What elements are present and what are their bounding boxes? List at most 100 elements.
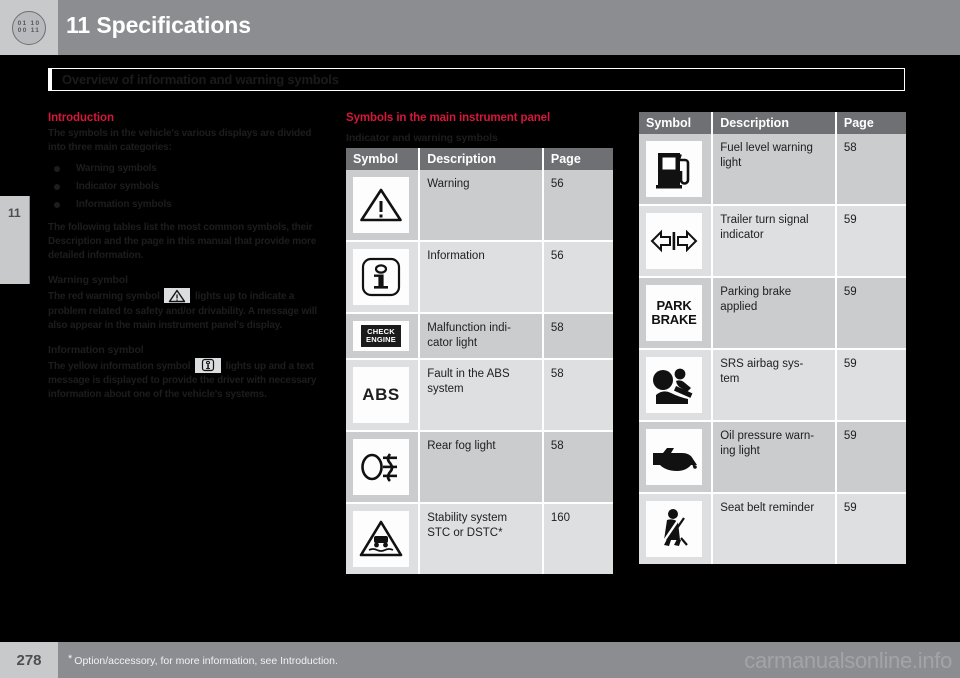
- information-symbol-paragraph: The yellow information symbol lights up …: [48, 357, 331, 403]
- description-cell: Information: [419, 241, 544, 314]
- page-header: 01 10 00 11 11 Specifications: [0, 0, 960, 55]
- symbol-cell: PARK BRAKE: [639, 277, 714, 350]
- table-header-row: Symbol Description Page: [346, 148, 613, 170]
- description-cell: Trailer turn signal indicator: [712, 205, 837, 278]
- description-cell: Warning: [419, 170, 544, 242]
- footnote-asterisk: *: [68, 653, 73, 665]
- description-cell: Fuel level warning light: [712, 134, 837, 206]
- info-text-before: The yellow information symbol: [48, 360, 191, 372]
- table-row: Oil pressure warn- ing light 59: [639, 421, 906, 494]
- instrument-panel-symbols-title: Symbols in the main instrument panel: [346, 112, 551, 124]
- column-header-description: Description: [712, 112, 837, 134]
- additional-symbol-table: Symbol Description Page Fuel level warni…: [639, 112, 906, 564]
- page-cell: 59: [835, 277, 906, 350]
- park-brake-line-2: BRAKE: [651, 312, 697, 327]
- page-title: 11 Specifications: [66, 12, 251, 38]
- introduction-paragraph: The symbols in the vehicle's various dis…: [48, 128, 312, 154]
- middle-column: Symbols in the main instrument panel Ind…: [346, 112, 613, 574]
- page-footer: 278 * Option/accessory, for more informat…: [0, 642, 960, 678]
- seat-belt-reminder-icon: [646, 501, 702, 557]
- information-i-icon: [194, 357, 221, 373]
- instrument-panel-symbol-table: Symbol Description Page Warning 56 Infor…: [346, 148, 613, 574]
- footnote: * Option/accessory, for more information,…: [68, 653, 338, 667]
- page-cell: 58: [542, 431, 613, 504]
- table-row: PARK BRAKE Parking brake applied 59: [639, 277, 906, 350]
- column-header-page: Page: [835, 112, 906, 134]
- page-cell: 58: [542, 313, 613, 360]
- symbol-cell: [639, 493, 714, 564]
- symbol-cell: CHECK ENGINE: [346, 313, 421, 360]
- fuel-pump-icon: [646, 141, 702, 197]
- warning-triangle-icon: [353, 177, 409, 233]
- description-cell: Seat belt reminder: [712, 493, 837, 564]
- symbol-cell: [346, 170, 421, 242]
- page-cell: 56: [542, 170, 613, 242]
- symbol-cell: [639, 349, 714, 422]
- symbol-cell: [639, 134, 714, 206]
- table-row: ABS Fault in the ABS system 58: [346, 359, 613, 432]
- warning-triangle-icon: [164, 288, 191, 304]
- table-row: Fuel level warning light 58: [639, 134, 906, 206]
- check-engine-label: CHECK ENGINE: [361, 325, 401, 347]
- abs-label: ABS: [362, 385, 400, 405]
- chapter-tab: 11: [0, 196, 30, 284]
- section-title: Overview of information and warning symb…: [62, 72, 339, 87]
- information-symbol-heading: Information symbol: [48, 343, 144, 356]
- introduction-paragraph-2: The following tables list the most commo…: [48, 221, 317, 262]
- abs-icon: ABS: [353, 367, 409, 423]
- manual-page: 01 10 00 11 11 Specifications 11 Overvie…: [0, 0, 960, 678]
- description-cell: Malfunction indi- cator light: [419, 313, 544, 360]
- trailer-turn-signal-icon: [646, 213, 702, 269]
- description-cell: Stability system STC or DSTC*: [419, 503, 544, 574]
- footnote-text: Option/accessory, for more information, …: [74, 655, 338, 667]
- page-number: 278: [16, 651, 42, 669]
- chapter-dial-box: 01 10 00 11: [0, 0, 58, 55]
- table-row: CHECK ENGINE Malfunction indi- cator lig…: [346, 313, 613, 360]
- chapter-tab-number: 11: [8, 206, 21, 220]
- table-row: Stability system STC or DSTC* 160: [346, 503, 613, 574]
- description-cell: Parking brake applied: [712, 277, 837, 350]
- information-i-icon: [353, 249, 409, 305]
- list-item: Information symbols: [48, 196, 331, 214]
- page-number-box: 278: [0, 642, 58, 678]
- list-item: Indicator symbols: [48, 178, 331, 196]
- indicator-warning-symbols-subtitle: Indicator and warning symbols: [346, 132, 498, 144]
- description-cell: Oil pressure warn- ing light: [712, 421, 837, 494]
- right-column: Symbol Description Page Fuel level warni…: [639, 112, 906, 564]
- page-cell: 56: [542, 241, 613, 314]
- table-row: Trailer turn signal indicator 59: [639, 205, 906, 278]
- category-bullet-list: Warning symbols Indicator symbols Inform…: [48, 160, 331, 213]
- left-column: Introduction The symbols in the vehicle'…: [48, 112, 331, 404]
- description-cell: SRS airbag sys- tem: [712, 349, 837, 422]
- page-cell: 59: [835, 205, 906, 278]
- table-row: Seat belt reminder 59: [639, 493, 906, 564]
- table-row: Warning 56: [346, 170, 613, 242]
- page-cell: 59: [835, 493, 906, 564]
- symbol-cell: [346, 503, 421, 574]
- description-cell: Fault in the ABS system: [419, 359, 544, 432]
- description-cell: Rear fog light: [419, 431, 544, 504]
- symbol-cell: [639, 205, 714, 278]
- table-row: Rear fog light 58: [346, 431, 613, 504]
- rear-fog-light-icon: [353, 439, 409, 495]
- chapter-dial-icon: 01 10 00 11: [12, 10, 46, 45]
- page-cell: 58: [542, 359, 613, 432]
- warning-symbol-paragraph: The red warning symbol lights up to indi…: [48, 288, 331, 333]
- symbol-cell: [346, 431, 421, 504]
- oil-pressure-icon: [646, 429, 702, 485]
- introduction-heading: Introduction: [48, 112, 114, 124]
- park-brake-label: PARK BRAKE: [651, 299, 696, 327]
- symbol-cell: [639, 421, 714, 494]
- column-header-symbol: Symbol: [639, 112, 714, 134]
- page-cell: 160: [542, 503, 613, 574]
- check-engine-icon: CHECK ENGINE: [353, 321, 409, 351]
- warning-text-before: The red warning symbol: [48, 291, 160, 303]
- stability-system-icon: [353, 511, 409, 567]
- dial-row-2: 00 11: [17, 26, 41, 34]
- symbol-cell: ABS: [346, 359, 421, 432]
- column-header-description: Description: [419, 148, 544, 170]
- column-header-page: Page: [542, 148, 613, 170]
- page-cell: 58: [835, 134, 906, 206]
- warning-symbol-heading: Warning symbol: [48, 274, 128, 287]
- page-cell: 59: [835, 421, 906, 494]
